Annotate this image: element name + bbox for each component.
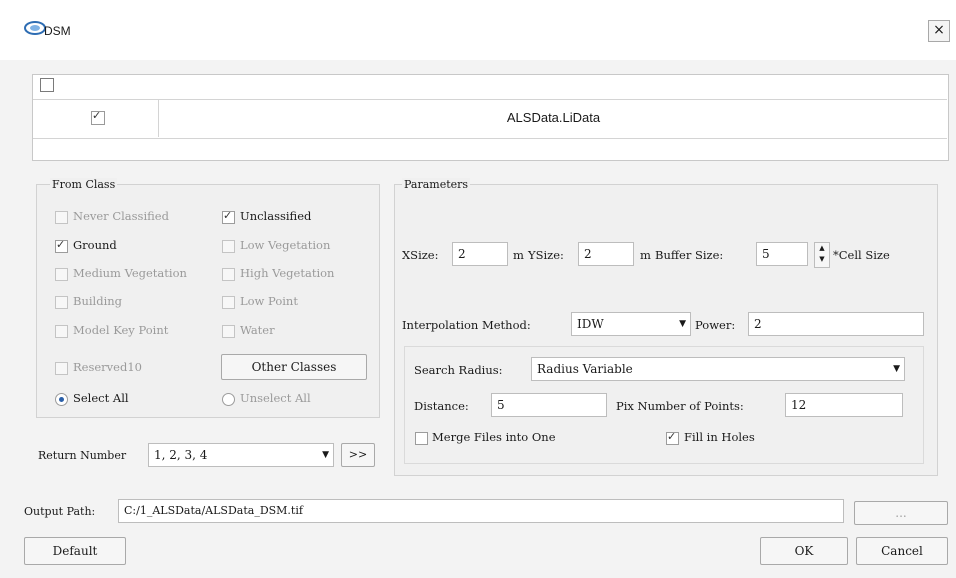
parameters-title: Parameters (402, 178, 471, 191)
distance-input[interactable]: 5 (491, 393, 607, 417)
file-name-cell: ALSData.LiData (506, 110, 601, 125)
xsize-unit: m (513, 248, 524, 262)
output-path-input[interactable]: C:/1_ALSData/ALSData_DSM.tif (118, 499, 844, 523)
building-label: Building (73, 294, 123, 308)
ground-checkbox[interactable] (55, 238, 68, 253)
ysize-input[interactable]: 2 (578, 242, 634, 266)
medium-vegetation-checkbox[interactable] (55, 268, 68, 281)
cancel-button[interactable]: Cancel (856, 537, 948, 565)
merge-files-checkbox[interactable] (415, 432, 428, 445)
search-radius-select[interactable]: Radius Variable ▼ (531, 357, 905, 381)
search-radius-label: Search Radius: (414, 363, 503, 377)
unselect-all-label: Unselect All (240, 391, 311, 405)
return-number-value: 1, 2, 3, 4 (154, 448, 208, 462)
water-label: Water (240, 323, 275, 337)
water-checkbox[interactable] (222, 325, 235, 338)
ok-button[interactable]: OK (760, 537, 848, 565)
title-bar (0, 0, 956, 60)
low-vegetation-checkbox[interactable] (222, 240, 235, 253)
ysize-unit: m (640, 248, 651, 262)
reserved10-label: Reserved10 (73, 360, 142, 374)
min-points-input[interactable]: 12 (785, 393, 903, 417)
search-radius-value: Radius Variable (537, 362, 633, 376)
high-vegetation-checkbox[interactable] (222, 268, 235, 281)
column-divider (158, 99, 159, 137)
min-points-label: Pix Number of Points: (616, 399, 744, 413)
browse-button[interactable]: ... (854, 501, 948, 525)
return-number-more-button[interactable]: >> (341, 443, 375, 467)
chevron-down-icon: ▼ (679, 319, 686, 329)
other-classes-button[interactable]: Other Classes (221, 354, 367, 380)
chevron-down-icon: ▼ (322, 450, 329, 460)
select-all-radio[interactable] (55, 393, 68, 406)
interpolation-method-value: IDW (577, 317, 604, 331)
model-key-point-checkbox[interactable] (55, 325, 68, 338)
buffer-size-spinner[interactable]: ▲ ▼ (814, 242, 830, 268)
power-input[interactable]: 2 (748, 312, 924, 336)
fill-holes-checkbox[interactable] (666, 430, 679, 445)
from-class-title: From Class (50, 178, 118, 191)
unselect-all-radio[interactable] (222, 393, 235, 406)
unclassified-checkbox[interactable] (222, 209, 235, 224)
ysize-label: YSize: (528, 248, 564, 262)
building-checkbox[interactable] (55, 296, 68, 309)
output-path-label: Output Path: (24, 505, 96, 518)
close-button[interactable]: × (928, 20, 950, 42)
never-classified-checkbox[interactable] (55, 211, 68, 224)
low-point-checkbox[interactable] (222, 296, 235, 309)
default-button[interactable]: Default (24, 537, 126, 565)
app-logo-icon (24, 20, 46, 36)
power-label: Power: (695, 318, 736, 332)
model-key-point-label: Model Key Point (73, 323, 169, 337)
low-vegetation-label: Low Vegetation (240, 238, 331, 252)
select-all-label: Select All (73, 391, 129, 405)
interpolation-method-select[interactable]: IDW ▼ (571, 312, 691, 336)
ground-label: Ground (73, 238, 117, 252)
unclassified-label: Unclassified (240, 209, 312, 223)
xsize-label: XSize: (402, 248, 439, 262)
medium-vegetation-label: Medium Vegetation (73, 266, 187, 280)
fill-holes-label: Fill in Holes (684, 430, 755, 444)
buffer-size-label: Buffer Size: (655, 248, 724, 262)
distance-label: Distance: (414, 399, 469, 413)
interpolation-method-label: Interpolation Method: (402, 318, 531, 332)
return-number-select[interactable]: 1, 2, 3, 4 ▼ (148, 443, 334, 467)
select-all-files-checkbox[interactable] (40, 78, 54, 92)
buffer-size-input[interactable]: 5 (756, 242, 808, 266)
chevron-down-icon: ▼ (893, 364, 900, 374)
never-classified-label: Never Classified (73, 209, 169, 223)
buffer-size-unit: *Cell Size (833, 248, 890, 262)
high-vegetation-label: High Vegetation (240, 266, 335, 280)
low-point-label: Low Point (240, 294, 298, 308)
xsize-input[interactable]: 2 (452, 242, 508, 266)
row-checkbox[interactable] (91, 109, 105, 125)
merge-files-label: Merge Files into One (432, 430, 556, 444)
reserved10-checkbox[interactable] (55, 362, 68, 375)
window-title: DSM (44, 24, 71, 38)
return-number-label: Return Number (38, 449, 127, 462)
